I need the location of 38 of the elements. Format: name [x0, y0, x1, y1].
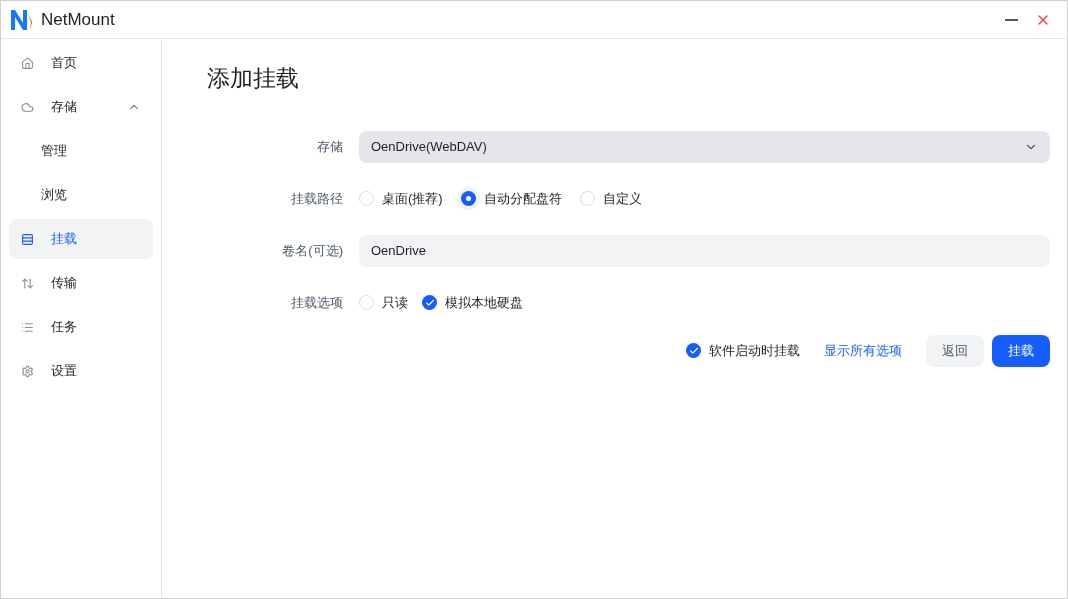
- checkbox[interactable]: [422, 295, 437, 310]
- logo-icon: [9, 7, 33, 32]
- window-title: NetMount: [41, 8, 115, 31]
- check-icon: [688, 345, 699, 356]
- cloud-icon: [21, 100, 34, 114]
- show-all-options-link[interactable]: 显示所有选项: [824, 340, 902, 361]
- back-button[interactable]: 返回: [926, 334, 984, 367]
- mount-button[interactable]: 挂载: [992, 334, 1050, 367]
- settings-icon: [21, 364, 34, 378]
- volume-name-field[interactable]: OenDrive: [359, 234, 1050, 267]
- sidebar-item[interactable]: 存储: [9, 87, 153, 127]
- check-icon: [424, 297, 435, 308]
- field-label: 存储: [316, 137, 344, 156]
- sidebar-item[interactable]: 挂载: [9, 219, 153, 259]
- sidebar-item[interactable]: 任务: [9, 307, 153, 347]
- minimize-icon: [1004, 18, 1018, 21]
- arrows-icon: [21, 276, 34, 290]
- storage-select[interactable]: OenDrive(WebDAV): [359, 130, 1050, 163]
- page-title: 添加挂载: [207, 64, 300, 93]
- sidebar-item[interactable]: 设置: [9, 351, 153, 391]
- field-label: 卷名(可选): [281, 241, 344, 260]
- checkbox[interactable]: [359, 295, 374, 310]
- sidebar-subitem[interactable]: 管理: [9, 131, 153, 171]
- checkbox-label: 只读: [382, 293, 408, 312]
- checkbox-label: 软件启动时挂载: [709, 341, 800, 360]
- list-icon: [21, 320, 34, 334]
- radio-option[interactable]: 桌面(推荐): [359, 188, 443, 209]
- checkbox[interactable]: [686, 343, 701, 358]
- field-label: 挂载选项: [290, 293, 344, 312]
- sidebar-item[interactable]: 传输: [9, 263, 153, 303]
- list-icon: [21, 232, 34, 246]
- home-icon: [21, 56, 34, 70]
- radio-option[interactable]: 自定义: [579, 188, 642, 209]
- sidebar-item[interactable]: 首页: [9, 43, 153, 83]
- checkbox-label: 模拟本地硬盘: [445, 293, 523, 312]
- radio-option[interactable]: 自动分配盘符: [460, 188, 562, 209]
- field-label: 挂载路径: [290, 189, 344, 208]
- sidebar-subitem[interactable]: 浏览: [9, 175, 153, 215]
